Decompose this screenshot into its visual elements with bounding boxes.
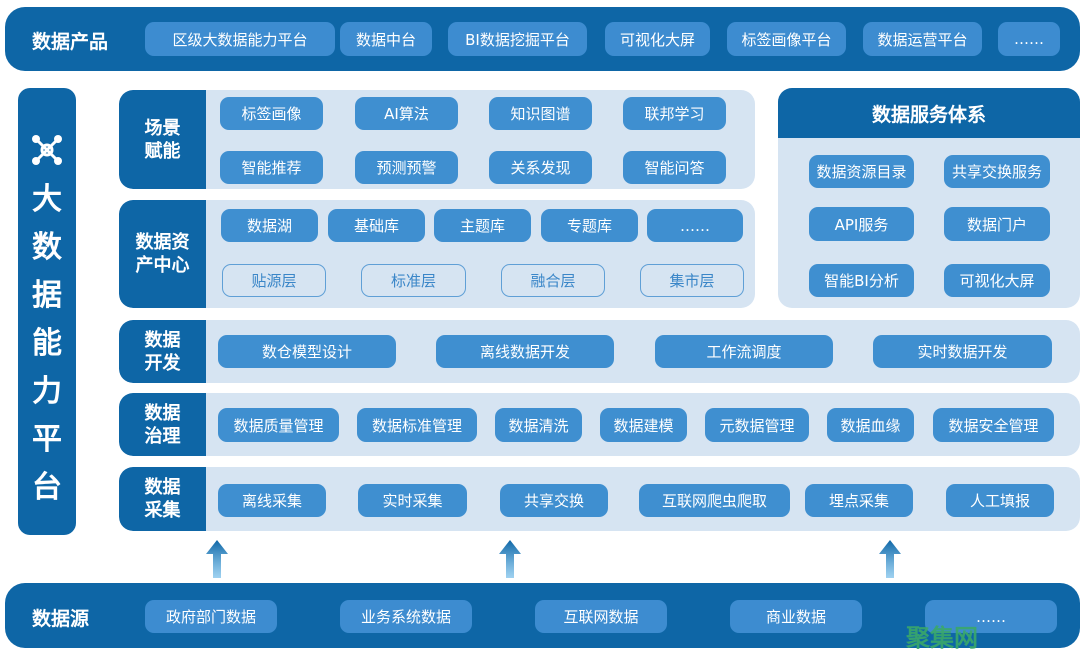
product-chip: 可视化大屏 (605, 22, 710, 56)
gov-chip: 数据清洗 (495, 408, 582, 442)
network-nodes-icon (32, 135, 62, 165)
service-chip: 智能BI分析 (809, 264, 914, 297)
service-chip: 数据门户 (944, 207, 1050, 241)
collect-chip: 共享交换 (500, 484, 608, 517)
asset-chip: …… (647, 209, 743, 242)
layer-chip: 贴源层 (222, 264, 326, 297)
source-chip: 政府部门数据 (145, 600, 277, 633)
product-chip: BI数据挖掘平台 (448, 22, 587, 56)
watermark: 聚集网 (906, 624, 978, 652)
platform-title-char: 台 (32, 470, 62, 505)
data-service-title: 数据服务体系 (778, 88, 1080, 138)
asset-chip: 基础库 (328, 209, 425, 242)
data-dev-label: 数据开发 (119, 320, 206, 383)
platform-title-char: 平 (32, 422, 62, 457)
platform-title-char: 数 (32, 230, 62, 265)
platform-title: 大数据能力平台 (18, 176, 76, 512)
dev-chip: 工作流调度 (655, 335, 833, 368)
gov-chip: 数据标准管理 (357, 408, 477, 442)
platform-title-char: 大 (32, 182, 62, 217)
scene-chip: 联邦学习 (623, 97, 726, 130)
gov-chip: 数据建模 (600, 408, 687, 442)
service-chip: 数据资源目录 (809, 155, 914, 188)
gov-chip: 元数据管理 (705, 408, 809, 442)
asset-chip: 专题库 (541, 209, 638, 242)
scene-chip: AI算法 (355, 97, 458, 130)
dev-chip: 离线数据开发 (436, 335, 614, 368)
scene-chip: 标签画像 (220, 97, 323, 130)
up-arrow-icon (206, 540, 228, 578)
platform-title-char: 能 (32, 326, 62, 361)
gov-chip: 数据安全管理 (933, 408, 1054, 442)
source-chip: 互联网数据 (535, 600, 667, 633)
layer-chip: 标准层 (361, 264, 466, 297)
collect-chip: 埋点采集 (805, 484, 913, 517)
product-chip: 数据中台 (340, 22, 432, 56)
collect-chip: 离线采集 (218, 484, 326, 517)
data-products-label: 数据产品 (32, 31, 109, 53)
asset-chip: 主题库 (434, 209, 531, 242)
data-asset-label: 数据资产中心 (119, 200, 206, 308)
collect-chip: 人工填报 (946, 484, 1054, 517)
service-chip: API服务 (809, 207, 914, 241)
asset-chip: 数据湖 (221, 209, 318, 242)
big-data-platform-column: 大数据能力平台 (18, 88, 76, 535)
scene-chip: 关系发现 (489, 151, 592, 184)
data-gov-label: 数据治理 (119, 393, 206, 456)
up-arrow-icon (499, 540, 521, 578)
service-chip: 共享交换服务 (944, 155, 1050, 188)
layer-chip: 集市层 (640, 264, 744, 297)
data-collect-label: 数据采集 (119, 467, 206, 531)
scene-chip: 知识图谱 (489, 97, 592, 130)
dev-chip: 数仓模型设计 (218, 335, 396, 368)
collect-chip: 互联网爬虫爬取 (639, 484, 790, 517)
gov-chip: 数据质量管理 (218, 408, 339, 442)
scene-chip: 智能问答 (623, 151, 726, 184)
service-chip: 可视化大屏 (944, 264, 1050, 297)
scene-chip: 预测预警 (355, 151, 458, 184)
product-chip: …… (998, 22, 1060, 56)
scene-chip: 智能推荐 (220, 151, 323, 184)
data-sources-label: 数据源 (32, 608, 90, 630)
product-chip: 标签画像平台 (727, 22, 846, 56)
platform-title-char: 力 (32, 374, 62, 409)
up-arrow-icon (879, 540, 901, 578)
platform-title-char: 据 (32, 278, 62, 313)
source-chip: 业务系统数据 (340, 600, 472, 633)
collect-chip: 实时采集 (358, 484, 467, 517)
product-chip: 区级大数据能力平台 (145, 22, 335, 56)
gov-chip: 数据血缘 (827, 408, 914, 442)
dev-chip: 实时数据开发 (873, 335, 1052, 368)
layer-chip: 融合层 (501, 264, 605, 297)
source-chip: 商业数据 (730, 600, 862, 633)
product-chip: 数据运营平台 (863, 22, 982, 56)
scene-enablement-label: 场景赋能 (119, 90, 206, 189)
